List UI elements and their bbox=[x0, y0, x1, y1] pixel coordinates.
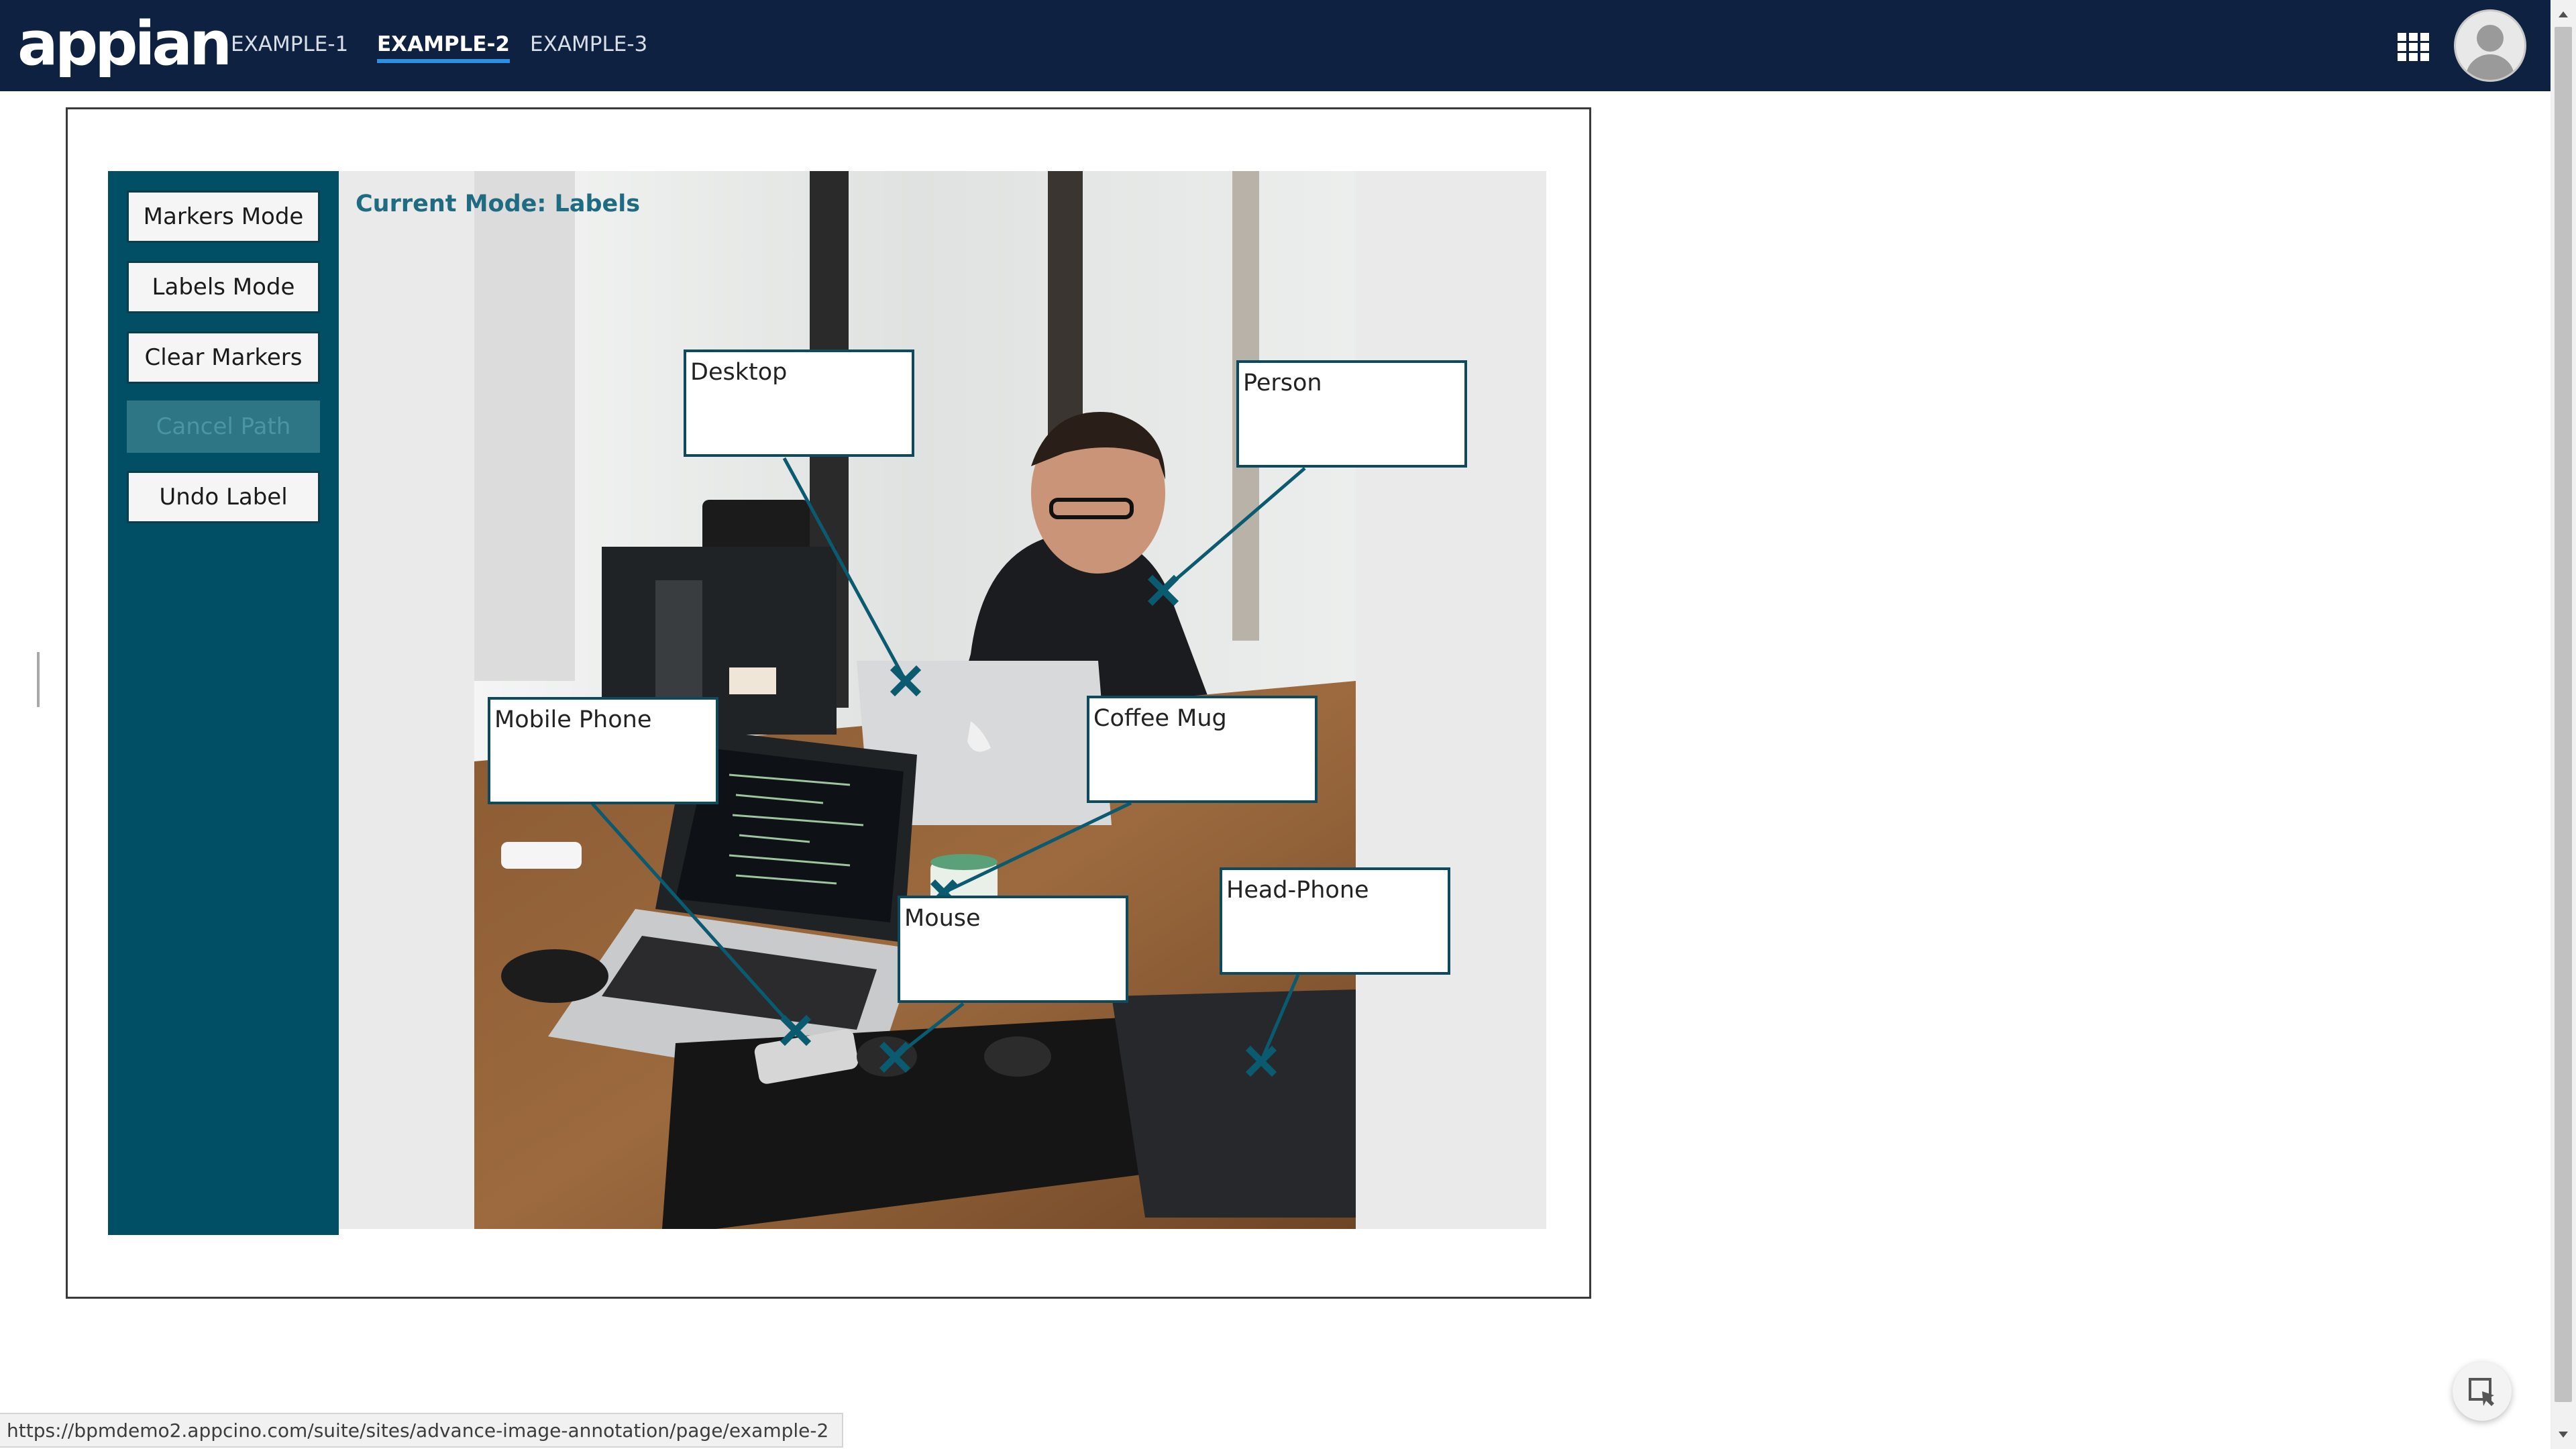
status-bar-url: https://bpmdemo2.appcino.com/suite/sites… bbox=[0, 1413, 844, 1448]
cursor-select-icon bbox=[2469, 1378, 2494, 1406]
label-box-head-phone[interactable]: Head-Phone bbox=[1220, 867, 1450, 975]
label-text: Head-Phone bbox=[1226, 877, 1369, 904]
scroll-thumb[interactable] bbox=[2555, 27, 2572, 1402]
label-box-desktop[interactable]: Desktop bbox=[684, 350, 914, 457]
label-text: Desktop bbox=[690, 359, 788, 386]
side-resize-handle[interactable] bbox=[37, 652, 40, 707]
clear-markers-button[interactable]: Clear Markers bbox=[127, 331, 320, 384]
label-text: Coffee Mug bbox=[1093, 705, 1227, 732]
label-text: Mouse bbox=[904, 905, 981, 932]
top-nav-bar: appian EXAMPLE-1 EXAMPLE-2 EXAMPLE-3 bbox=[0, 0, 2551, 91]
tab-example-3[interactable]: EXAMPLE-3 bbox=[530, 30, 647, 59]
appian-logo[interactable]: appian bbox=[17, 9, 232, 79]
undo-label-button[interactable]: Undo Label bbox=[127, 471, 320, 523]
tab-example-2-label: EXAMPLE-2 bbox=[377, 32, 511, 56]
current-mode-label: Current Mode: Labels bbox=[356, 191, 641, 217]
page-scrollbar[interactable] bbox=[2551, 0, 2576, 1449]
user-avatar-icon bbox=[2466, 25, 2514, 80]
user-avatar[interactable] bbox=[2454, 9, 2526, 82]
label-text: Person bbox=[1243, 370, 1322, 396]
label-box-mobile-phone[interactable]: Mobile Phone bbox=[488, 697, 718, 804]
label-box-coffee-mug[interactable]: Coffee Mug bbox=[1087, 696, 1318, 803]
tab-example-2[interactable]: EXAMPLE-2 bbox=[377, 30, 511, 63]
labels-mode-button[interactable]: Labels Mode bbox=[127, 261, 320, 313]
select-tool-button[interactable] bbox=[2453, 1362, 2512, 1421]
active-tab-underline bbox=[377, 59, 511, 63]
label-box-person[interactable]: Person bbox=[1236, 360, 1467, 468]
cancel-path-button[interactable]: Cancel Path bbox=[127, 400, 320, 453]
tool-panel: Markers Mode Labels Mode Clear Markers C… bbox=[108, 171, 339, 1235]
markers-mode-button[interactable]: Markers Mode bbox=[127, 191, 320, 243]
grid-icon[interactable] bbox=[2396, 32, 2431, 62]
scroll-down-arrow-icon[interactable] bbox=[2551, 1422, 2576, 1449]
scroll-up-arrow-icon[interactable] bbox=[2551, 0, 2576, 27]
tab-example-1[interactable]: EXAMPLE-1 bbox=[231, 30, 348, 59]
label-text: Mobile Phone bbox=[494, 706, 652, 733]
label-box-mouse[interactable]: Mouse bbox=[898, 896, 1128, 1003]
